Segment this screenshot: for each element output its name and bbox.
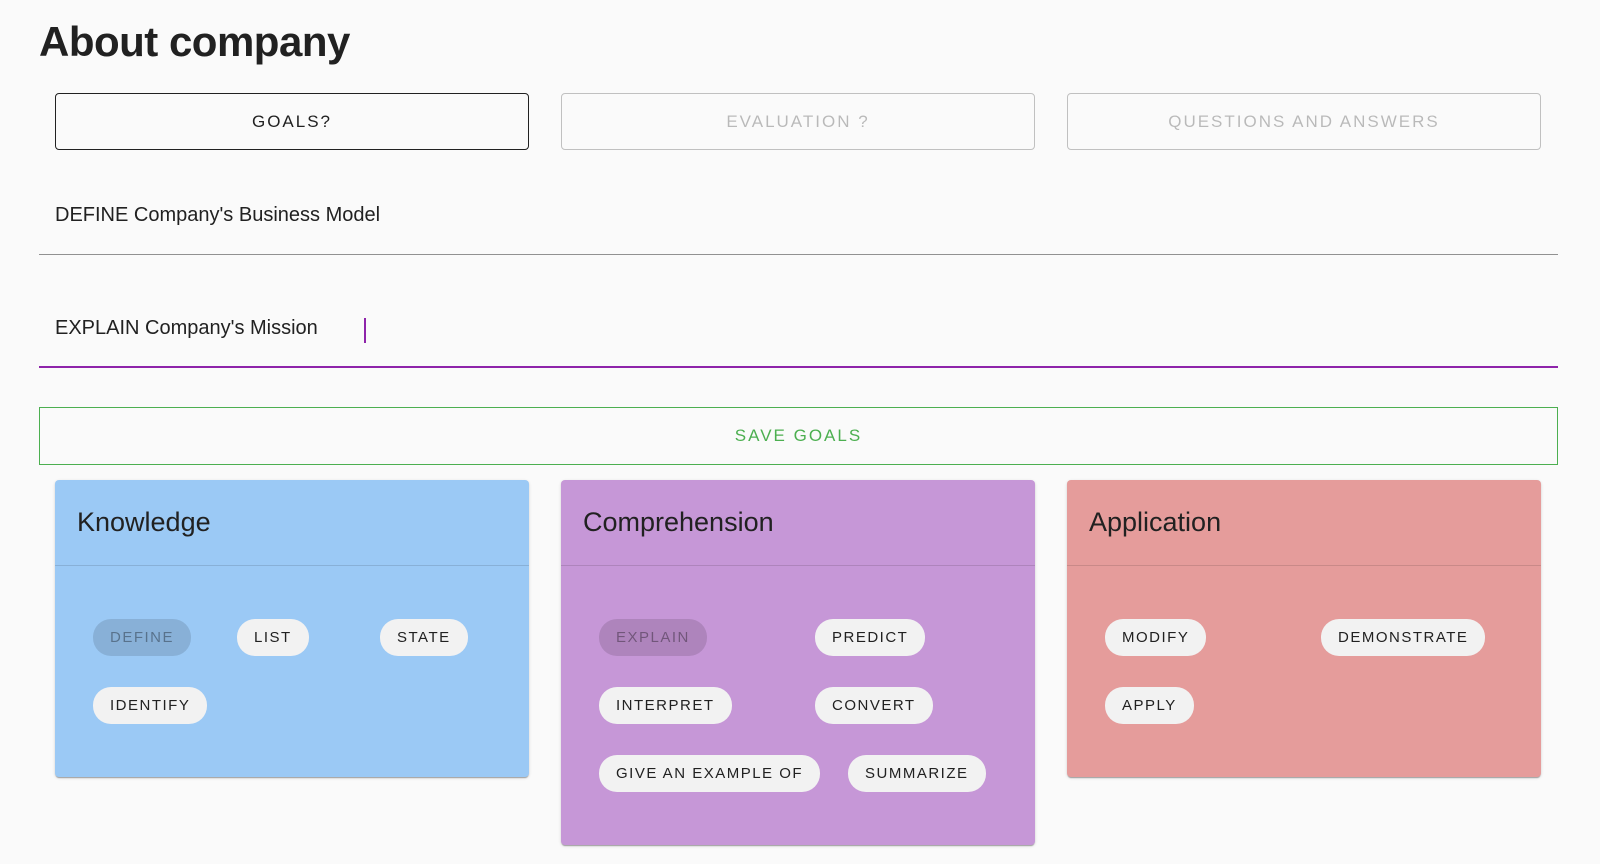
application-card-title: Application — [1067, 480, 1541, 566]
knowledge-card: Knowledge DEFINE LIST STATE IDENTIFY — [55, 480, 529, 777]
text-caret — [364, 318, 366, 343]
goal-field-1-underline — [39, 254, 1558, 255]
chip-explain[interactable]: EXPLAIN — [599, 619, 707, 656]
chip-modify[interactable]: MODIFY — [1105, 619, 1207, 656]
chip-convert[interactable]: CONVERT — [815, 687, 933, 724]
chip-define[interactable]: DEFINE — [93, 619, 192, 656]
goal-input-1[interactable] — [55, 175, 1558, 255]
chip-summarize[interactable]: SUMMARIZE — [848, 755, 986, 792]
chip-list[interactable]: LIST — [237, 619, 309, 656]
tab-questions-and-answers[interactable]: QUESTIONS AND ANSWERS — [1067, 93, 1541, 150]
chip-demonstrate[interactable]: DEMONSTRATE — [1321, 619, 1486, 656]
tab-goals[interactable]: GOALS? — [55, 93, 529, 150]
chip-apply[interactable]: APPLY — [1105, 687, 1194, 724]
chip-interpret[interactable]: INTERPRET — [599, 687, 732, 724]
goal-field-2 — [39, 288, 1558, 368]
chip-identify[interactable]: IDENTIFY — [93, 687, 208, 724]
application-card: Application MODIFY DEMONSTRATE APPLY — [1067, 480, 1541, 777]
chip-give-an-example-of[interactable]: GIVE AN EXAMPLE OF — [599, 755, 821, 792]
chip-state[interactable]: STATE — [380, 619, 468, 656]
page-title: About company — [39, 18, 350, 65]
tab-evaluation[interactable]: EVALUATION ? — [561, 93, 1035, 150]
comprehension-card: Comprehension EXPLAIN PREDICT INTERPRET … — [561, 480, 1035, 845]
comprehension-card-title: Comprehension — [561, 480, 1035, 566]
goal-input-2[interactable] — [55, 288, 1558, 368]
save-goals-button[interactable]: SAVE GOALS — [39, 407, 1558, 465]
chip-predict[interactable]: PREDICT — [815, 619, 926, 656]
goal-field-1 — [39, 175, 1558, 255]
goal-field-2-underline — [39, 366, 1558, 368]
knowledge-card-title: Knowledge — [55, 480, 529, 566]
